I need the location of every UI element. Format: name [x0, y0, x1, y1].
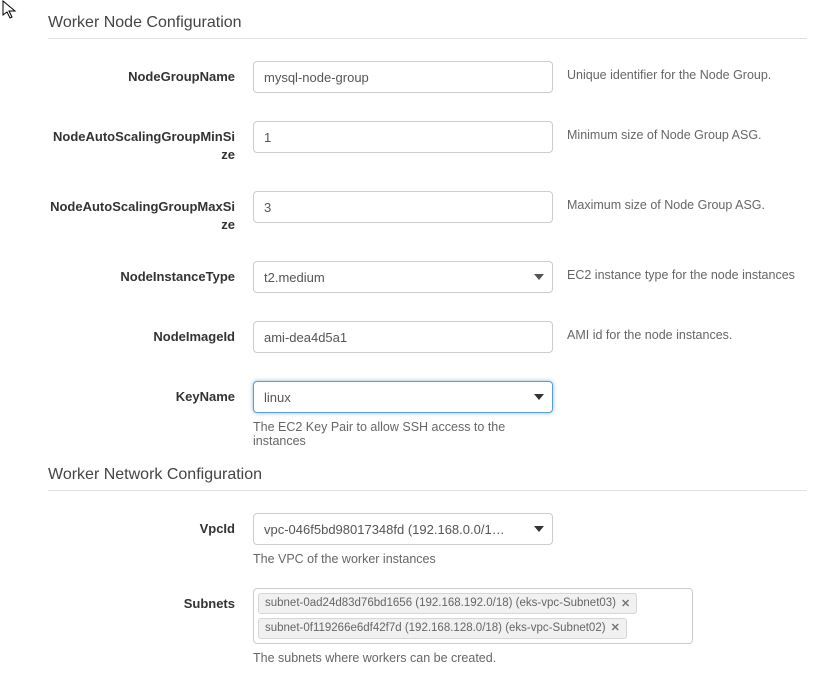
desc-asg-min: Minimum size of Node Group ASG.	[553, 121, 807, 142]
asg-min-input[interactable]	[253, 121, 553, 153]
section-heading-worker-network: Worker Network Configuration	[48, 466, 807, 491]
vpc-id-value: vpc-046f5bd98017348fd (192.168.0.0/1…	[264, 522, 505, 537]
subnet-tag-label: subnet-0ad24d83d76bd1656 (192.168.192.0/…	[265, 596, 616, 611]
node-group-name-input[interactable]	[253, 61, 553, 93]
instance-type-select[interactable]: t2.medium	[253, 261, 553, 293]
chevron-down-icon	[534, 274, 544, 280]
subnet-tag-label: subnet-0f119266e6df42f7d (192.168.128.0/…	[265, 621, 606, 636]
image-id-input[interactable]	[253, 321, 553, 353]
desc-asg-max: Maximum size of Node Group ASG.	[553, 191, 807, 212]
desc-instance-type: EC2 instance type for the node instances	[553, 261, 807, 282]
key-name-select[interactable]: linux	[253, 381, 553, 413]
vpc-id-select[interactable]: vpc-046f5bd98017348fd (192.168.0.0/1…	[253, 513, 553, 545]
subnet-tag: subnet-0f119266e6df42f7d (192.168.128.0/…	[258, 618, 627, 639]
help-key-name: The EC2 Key Pair to allow SSH access to …	[253, 420, 553, 448]
instance-type-value: t2.medium	[264, 270, 325, 285]
section-heading-worker-node: Worker Node Configuration	[48, 14, 807, 39]
desc-node-group-name: Unique identifier for the Node Group.	[553, 61, 807, 82]
asg-max-input[interactable]	[253, 191, 553, 223]
desc-image-id: AMI id for the node instances.	[553, 321, 807, 342]
label-asg-min: NodeAutoScalingGroupMinSize	[48, 121, 253, 163]
close-icon[interactable]: ✕	[611, 621, 620, 635]
help-subnets: The subnets where workers can be created…	[253, 651, 693, 665]
key-name-value: linux	[264, 390, 291, 405]
mouse-cursor-icon	[2, 0, 20, 20]
subnets-multiselect[interactable]: subnet-0ad24d83d76bd1656 (192.168.192.0/…	[253, 588, 693, 644]
close-icon[interactable]: ✕	[621, 597, 630, 611]
chevron-down-icon	[534, 394, 544, 400]
label-vpc-id: VpcId	[48, 513, 253, 538]
label-key-name: KeyName	[48, 381, 253, 406]
chevron-down-icon	[534, 526, 544, 532]
label-node-group-name: NodeGroupName	[48, 61, 253, 86]
label-image-id: NodeImageId	[48, 321, 253, 346]
label-asg-max: NodeAutoScalingGroupMaxSize	[48, 191, 253, 233]
help-vpc-id: The VPC of the worker instances	[253, 552, 553, 566]
subnet-tag: subnet-0ad24d83d76bd1656 (192.168.192.0/…	[258, 593, 637, 614]
label-instance-type: NodeInstanceType	[48, 261, 253, 286]
label-subnets: Subnets	[48, 588, 253, 613]
